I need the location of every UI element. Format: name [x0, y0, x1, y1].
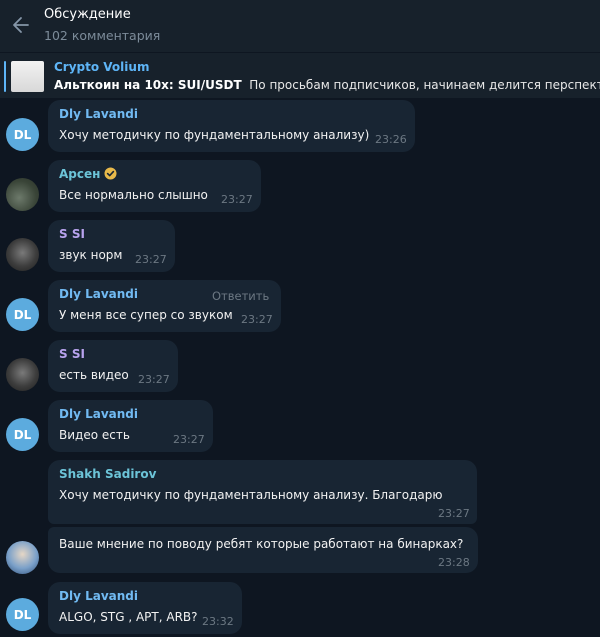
- message-text: ALGO, STG , APT, ARB?: [59, 610, 198, 624]
- reply-button[interactable]: Ответить: [212, 289, 269, 303]
- pinned-post[interactable]: Crypto Volium Альткоин на 10x: SUI/USDT …: [0, 52, 600, 98]
- sender-name[interactable]: Dly Lavandi: [59, 287, 138, 301]
- back-button[interactable]: [8, 12, 34, 38]
- sender-name[interactable]: Shakh Sadirov: [59, 467, 156, 481]
- message-text: Ваше мнение по поводу ребят которые рабо…: [59, 537, 464, 551]
- message-time: 23:27: [135, 253, 167, 266]
- sender-name[interactable]: Арсен: [59, 167, 100, 181]
- verified-badge-icon: [104, 167, 117, 180]
- message-time: 23:27: [173, 433, 205, 446]
- message-text: У меня все супер со звуком: [59, 308, 233, 322]
- message-time: 23:32: [202, 615, 234, 628]
- chat-header: Обсуждение 102 комментария: [0, 0, 600, 52]
- avatar[interactable]: DL: [6, 418, 39, 451]
- sender-name[interactable]: S SI: [59, 347, 85, 361]
- pinned-channel-name: Crypto Volium: [54, 60, 150, 74]
- message-bubble[interactable]: Dly Lavandi Хочу методичку по фундамента…: [48, 100, 415, 152]
- message-bubble[interactable]: Dly Lavandi Ответить У меня все супер со…: [48, 280, 281, 332]
- message-bubble[interactable]: Dly Lavandi ALGO, STG , APT, ARB? 23:32: [48, 582, 242, 634]
- comment-count: 102 комментария: [44, 28, 161, 43]
- sender-name[interactable]: S SI: [59, 227, 85, 241]
- pinned-preview-line: Альткоин на 10x: SUI/USDT По просьбам по…: [54, 78, 600, 92]
- message-text: Хочу методичку по фундаментальному анали…: [59, 488, 443, 502]
- sender-name[interactable]: Dly Lavandi: [59, 407, 138, 421]
- message-text: звук норм: [59, 248, 123, 262]
- sender-name[interactable]: Dly Lavandi: [59, 107, 138, 121]
- avatar[interactable]: DL: [6, 298, 39, 331]
- pinned-thumbnail: [11, 61, 44, 92]
- message-time: 23:26: [375, 133, 407, 146]
- message-time: 23:27: [138, 373, 170, 386]
- message-text: Все нормально слышно: [59, 188, 208, 202]
- avatar[interactable]: [6, 358, 39, 391]
- sender-name-row: Арсен: [59, 167, 117, 181]
- message-bubble[interactable]: S SI есть видео 23:27: [48, 340, 178, 392]
- message-bubble[interactable]: S SI звук норм 23:27: [48, 220, 175, 272]
- avatar[interactable]: [6, 541, 39, 574]
- message-bubble[interactable]: Арсен Все нормально слышно 23:27: [48, 160, 261, 212]
- message-text: Хочу методичку по фундаментальному анали…: [59, 128, 370, 142]
- avatar[interactable]: DL: [6, 598, 39, 631]
- message-bubble[interactable]: Dly Lavandi Видео есть 23:27: [48, 400, 213, 452]
- message-time: 23:28: [438, 556, 470, 569]
- message-time: 23:27: [221, 193, 253, 206]
- avatar[interactable]: [6, 238, 39, 271]
- avatar[interactable]: [6, 178, 39, 211]
- message-time: 23:27: [241, 313, 273, 326]
- page-title: Обсуждение: [44, 7, 131, 22]
- message-time: 23:27: [438, 507, 470, 520]
- pinned-accent-bar: [4, 61, 6, 92]
- pinned-headline: Альткоин на 10x: SUI/USDT: [54, 78, 242, 92]
- pinned-preview: По просьбам подписчиков, начинаем делитс…: [249, 78, 600, 92]
- sender-name[interactable]: Dly Lavandi: [59, 589, 138, 603]
- message-bubble[interactable]: Ваше мнение по поводу ребят которые рабо…: [48, 527, 478, 573]
- message-text: есть видео: [59, 368, 129, 382]
- message-text: Видео есть: [59, 428, 130, 442]
- avatar[interactable]: DL: [6, 118, 39, 151]
- message-bubble[interactable]: Shakh Sadirov Хочу методичку по фундамен…: [48, 460, 477, 524]
- arrow-left-icon: [13, 17, 29, 33]
